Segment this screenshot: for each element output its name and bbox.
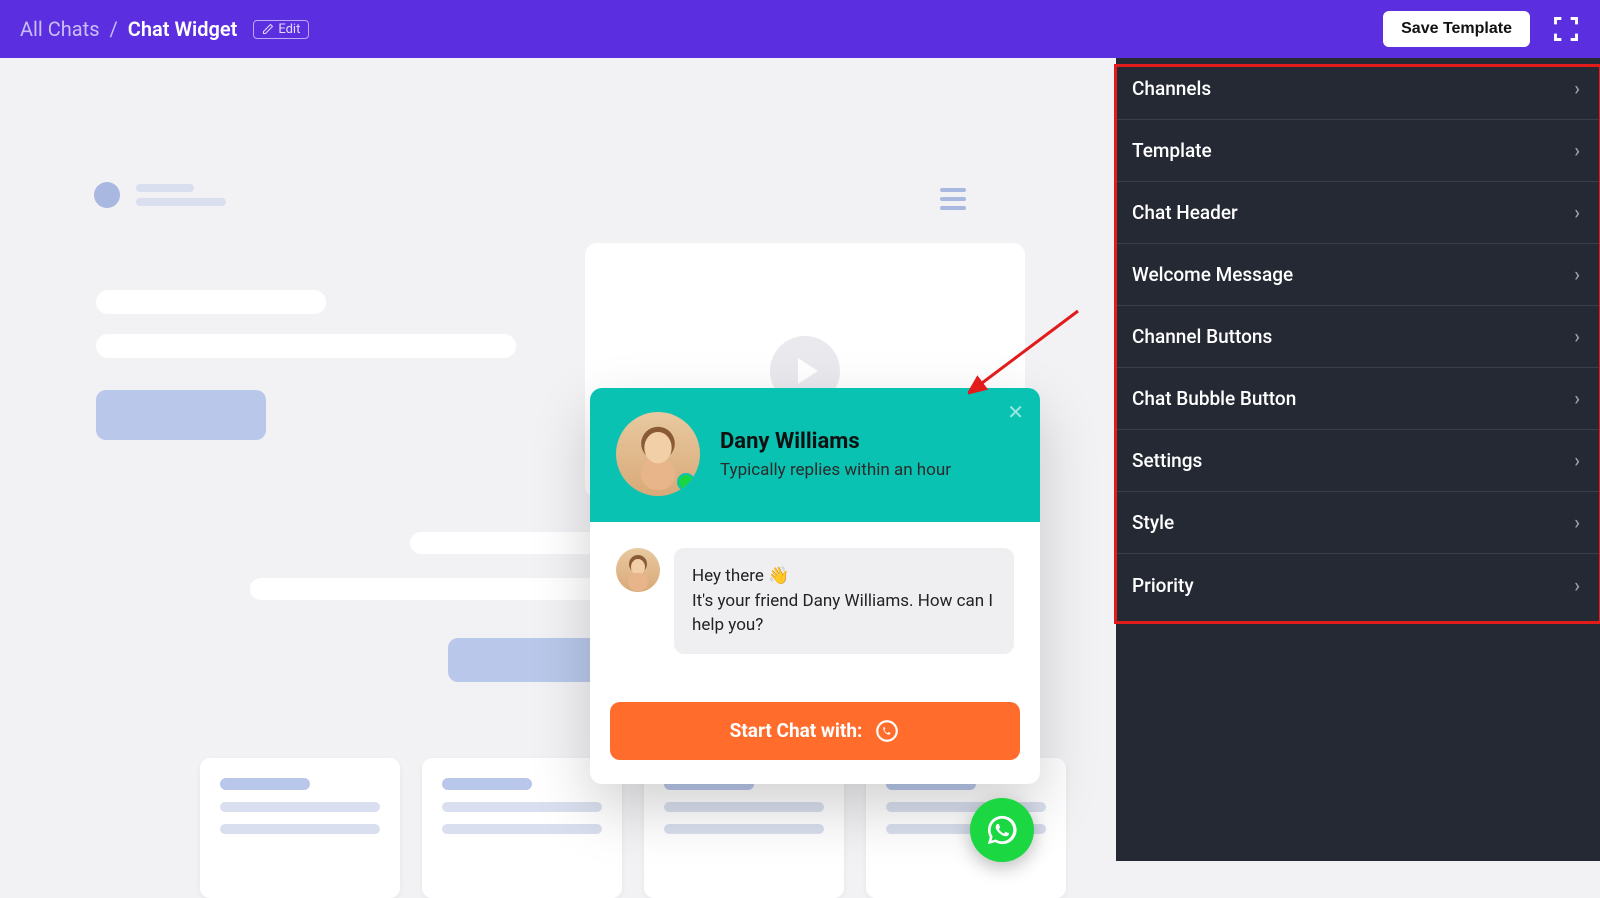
message-avatar xyxy=(616,548,660,592)
panel-item-label: Template xyxy=(1132,139,1212,162)
breadcrumb-root[interactable]: All Chats xyxy=(20,17,100,41)
chevron-right-icon: › xyxy=(1574,449,1580,472)
panel-item-channel-buttons[interactable]: Channel Buttons › xyxy=(1116,306,1600,368)
chat-widget-header: ✕ Dany Williams Typically replies within… xyxy=(590,388,1040,522)
panel-item-template[interactable]: Template › xyxy=(1116,120,1600,182)
whatsapp-icon xyxy=(874,718,900,744)
hamburger-icon xyxy=(940,188,966,215)
agent-status: Typically replies within an hour xyxy=(720,460,951,480)
welcome-message-bubble: Hey there 👋 It's your friend Dany Willia… xyxy=(674,548,1014,654)
save-template-button[interactable]: Save Template xyxy=(1383,11,1530,47)
placeholder-block xyxy=(96,334,516,358)
agent-avatar xyxy=(616,412,700,496)
panel-item-priority[interactable]: Priority › xyxy=(1116,554,1600,616)
fullscreen-icon xyxy=(1552,15,1580,43)
settings-side-panel: Channels › Template › Chat Header › Welc… xyxy=(1116,58,1600,861)
edit-button[interactable]: Edit xyxy=(253,20,309,39)
placeholder-block xyxy=(96,290,326,314)
chat-widget-preview: ✕ Dany Williams Typically replies within… xyxy=(590,388,1040,784)
placeholder-button xyxy=(96,390,266,440)
breadcrumb-current: Chat Widget xyxy=(128,17,238,41)
mock-site-header xyxy=(94,182,226,208)
placeholder-card xyxy=(200,758,400,898)
panel-item-welcome-message[interactable]: Welcome Message › xyxy=(1116,244,1600,306)
chat-widget-body: Hey there 👋 It's your friend Dany Willia… xyxy=(590,522,1040,672)
breadcrumb: All Chats / Chat Widget Edit xyxy=(20,17,309,41)
chevron-right-icon: › xyxy=(1574,139,1580,162)
start-chat-button[interactable]: Start Chat with: xyxy=(610,702,1020,760)
placeholder-line xyxy=(136,184,194,192)
fullscreen-button[interactable] xyxy=(1552,15,1580,43)
chevron-right-icon: › xyxy=(1574,511,1580,534)
panel-item-label: Chat Bubble Button xyxy=(1132,387,1296,410)
cta-label: Start Chat with: xyxy=(730,719,863,742)
placeholder-line xyxy=(136,198,226,206)
chevron-right-icon: › xyxy=(1574,574,1580,597)
panel-item-channels[interactable]: Channels › xyxy=(1116,58,1600,120)
panel-item-settings[interactable]: Settings › xyxy=(1116,430,1600,492)
breadcrumb-separator: / xyxy=(110,17,118,41)
panel-item-style[interactable]: Style › xyxy=(1116,492,1600,554)
panel-item-chat-header[interactable]: Chat Header › xyxy=(1116,182,1600,244)
edit-label: Edit xyxy=(278,22,300,37)
whatsapp-icon xyxy=(985,813,1019,847)
preview-canvas: ✕ Dany Williams Typically replies within… xyxy=(0,58,1116,861)
panel-item-label: Style xyxy=(1132,511,1174,534)
top-bar: All Chats / Chat Widget Edit Save Templa… xyxy=(0,0,1600,58)
panel-item-label: Chat Header xyxy=(1132,201,1238,224)
agent-name: Dany Williams xyxy=(720,429,951,454)
panel-item-label: Channels xyxy=(1132,77,1211,100)
panel-item-chat-bubble-button[interactable]: Chat Bubble Button › xyxy=(1116,368,1600,430)
panel-item-label: Priority xyxy=(1132,574,1194,597)
chevron-right-icon: › xyxy=(1574,201,1580,224)
chevron-right-icon: › xyxy=(1574,387,1580,410)
close-icon[interactable]: ✕ xyxy=(1007,400,1024,424)
panel-item-label: Settings xyxy=(1132,449,1202,472)
mock-avatar-placeholder xyxy=(94,182,120,208)
chevron-right-icon: › xyxy=(1574,325,1580,348)
panel-item-label: Welcome Message xyxy=(1132,263,1293,286)
chevron-right-icon: › xyxy=(1574,77,1580,100)
panel-item-label: Channel Buttons xyxy=(1132,325,1272,348)
chevron-right-icon: › xyxy=(1574,263,1580,286)
pencil-icon xyxy=(262,23,274,35)
whatsapp-fab-button[interactable] xyxy=(970,798,1034,862)
